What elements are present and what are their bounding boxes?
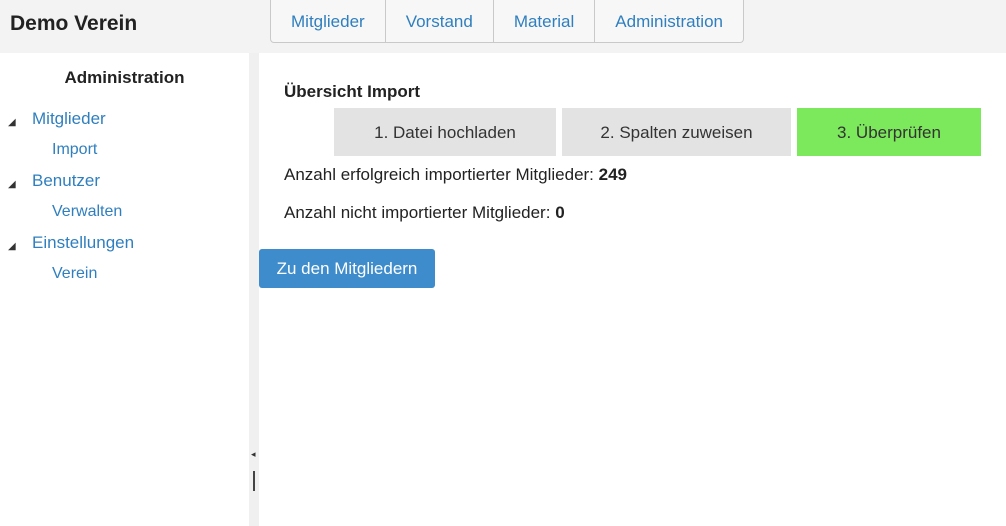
sidebar: Administration ◢ Mitglieder Import ◢ Ben… [0,53,249,526]
stat-imported: Anzahl erfolgreich importierter Mitglied… [284,165,627,185]
splitter-grip[interactable] [253,471,255,491]
stat-label: Anzahl nicht importierter Mitglieder: [284,203,551,222]
stat-label: Anzahl erfolgreich importierter Mitglied… [284,165,594,184]
sidebar-heading: Administration [64,68,185,87]
collapse-arrow-icon[interactable]: ◂ [251,449,256,460]
nav-tab-vorstand[interactable]: Vorstand [386,0,494,42]
step-review: 3. Überprüfen [797,108,981,156]
page-title: Übersicht Import [284,82,421,101]
sidebar-splitter[interactable]: ◂ [249,53,259,526]
triangle-expanded-icon[interactable]: ◢ [8,111,16,135]
tree-item-verein[interactable]: Verein [0,262,249,293]
step-upload: 1. Datei hochladen [334,108,556,156]
tree-item-benutzer[interactable]: ◢ Benutzer [0,169,249,200]
app-title: Demo Verein [10,12,138,35]
admin-tree: ◢ Mitglieder Import ◢ Benutzer Verwalten… [0,107,249,293]
top-bar: Demo Verein Mitglieder Vorstand Material… [0,0,1006,53]
tree-item-import[interactable]: Import [0,138,249,169]
tree-item-verwalten[interactable]: Verwalten [0,200,249,231]
stat-value: 249 [598,165,628,184]
tree-item-label: Benutzer [32,171,101,190]
nav-tab-material[interactable]: Material [494,0,596,42]
nav-tab-mitglieder[interactable]: Mitglieder [271,0,386,42]
tree-item-label: Mitglieder [32,109,106,128]
tree-item-label: Einstellungen [32,233,135,252]
triangle-expanded-icon[interactable]: ◢ [8,235,16,259]
stat-not-imported: Anzahl nicht importierter Mitglieder: 0 [284,203,565,223]
triangle-expanded-icon[interactable]: ◢ [8,173,16,197]
tree-item-mitglieder[interactable]: ◢ Mitglieder [0,107,249,138]
main-nav: Mitglieder Vorstand Material Administrat… [270,0,744,43]
nav-tab-administration[interactable]: Administration [595,0,743,42]
stat-value: 0 [555,203,565,222]
go-to-members-button[interactable]: Zu den Mitgliedern [259,249,435,288]
main-content: Übersicht Import 1. Datei hochladen 2. S… [259,53,1006,526]
tree-item-einstellungen[interactable]: ◢ Einstellungen [0,231,249,262]
step-assign-columns: 2. Spalten zuweisen [562,108,791,156]
